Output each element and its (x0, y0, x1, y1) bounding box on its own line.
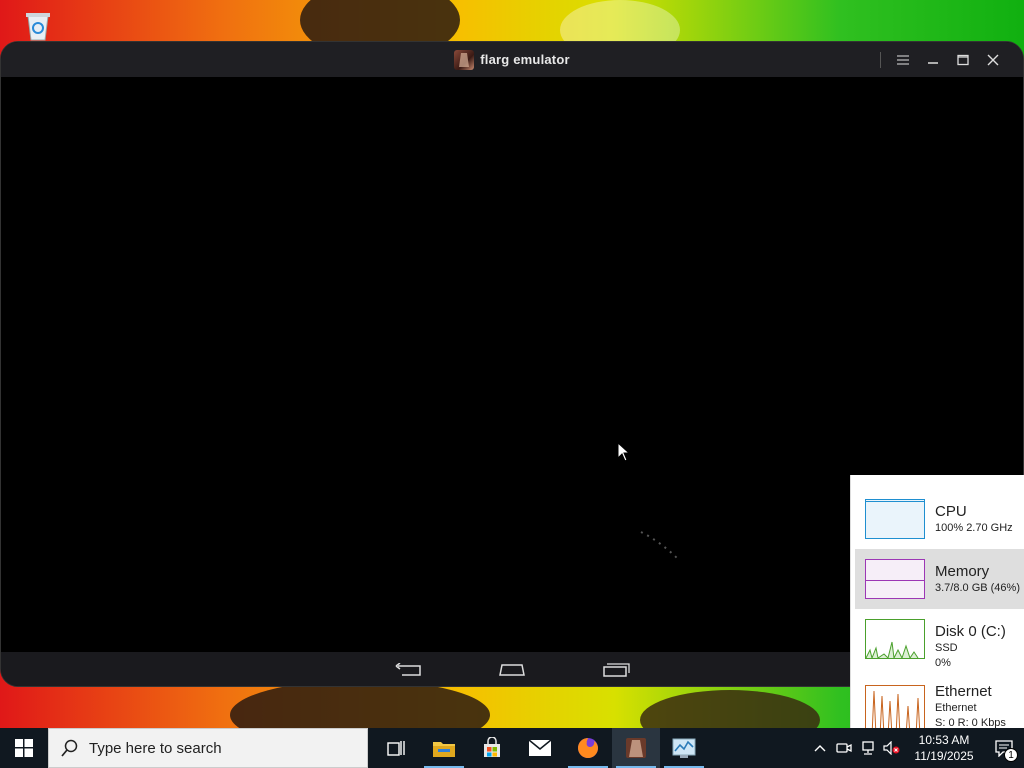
file-explorer-icon[interactable] (420, 728, 468, 768)
recents-icon[interactable] (596, 658, 636, 682)
chevron-up-icon[interactable] (808, 728, 832, 768)
clock-date: 11/19/2025 (914, 749, 974, 763)
perf-item-detail: SSD (935, 642, 958, 654)
clock-time: 10:53 AM (918, 733, 970, 747)
menu-icon[interactable] (891, 48, 915, 72)
titlebar-separator (880, 51, 881, 68)
back-icon[interactable] (388, 658, 428, 682)
perf-item-ethernet[interactable]: Ethernet Ethernet S: 0 R: 0 Kbps (855, 675, 1024, 728)
perf-item-label: Ethernet (935, 683, 992, 700)
perf-item-detail: 100% 2.70 GHz (935, 522, 1013, 534)
perf-item-value: 0% (935, 657, 951, 669)
task-manager-icon[interactable] (660, 728, 708, 768)
recycle-bin-icon[interactable] (16, 6, 60, 44)
ethernet-graph (865, 685, 925, 728)
memory-graph (865, 559, 925, 599)
window-title: flarg emulator (480, 52, 570, 67)
close-icon[interactable] (981, 48, 1005, 72)
volume-muted-icon[interactable] (880, 728, 904, 768)
emulator-titlebar[interactable]: flarg emulator (1, 42, 1023, 77)
taskbar: Type here to search 10:53 AM 11/19/2025 … (0, 728, 1024, 768)
flarg-emulator-icon[interactable] (612, 728, 660, 768)
action-center-button[interactable]: 1 (984, 728, 1024, 768)
notification-count-badge: 1 (1004, 748, 1018, 762)
cpu-graph (865, 499, 925, 539)
perf-item-detail: 3.7/8.0 GB (46%) (935, 582, 1020, 594)
mail-icon[interactable] (516, 728, 564, 768)
system-clock[interactable]: 10:53 AM 11/19/2025 (908, 732, 980, 764)
perf-item-label: Disk 0 (C:) (935, 623, 1006, 640)
windows-logo-icon (15, 739, 33, 757)
search-placeholder: Type here to search (89, 739, 222, 757)
flarg-app-icon (454, 49, 475, 70)
store-icon[interactable] (468, 728, 516, 768)
taskbar-search-box[interactable]: Type here to search (48, 728, 368, 768)
perf-item-disk[interactable]: Disk 0 (C:) SSD 0% (855, 609, 1024, 669)
perf-item-value: S: 0 R: 0 Kbps (935, 717, 1006, 728)
perf-item-label: Memory (935, 563, 990, 580)
perf-item-label: CPU (935, 503, 967, 520)
meet-now-icon[interactable] (832, 728, 856, 768)
task-view-icon[interactable] (372, 728, 420, 768)
screen-artifact (640, 531, 680, 561)
system-tray: 10:53 AM 11/19/2025 1 (808, 728, 1024, 768)
firefox-icon[interactable] (564, 728, 612, 768)
search-icon (61, 739, 78, 757)
mouse-cursor-icon (617, 441, 631, 467)
perf-item-cpu[interactable]: CPU 100% 2.70 GHz (855, 489, 1024, 549)
perf-item-memory[interactable]: Memory 3.7/8.0 GB (46%) (855, 549, 1024, 609)
task-manager-performance-panel: CPU 100% 2.70 GHz Memory 3.7/8.0 GB (46%… (850, 475, 1024, 728)
perf-item-detail: Ethernet (935, 702, 977, 714)
maximize-icon[interactable] (951, 48, 975, 72)
minimize-icon[interactable] (921, 48, 945, 72)
home-icon[interactable] (492, 658, 532, 682)
network-icon[interactable] (856, 728, 880, 768)
start-button[interactable] (0, 728, 48, 768)
disk-graph (865, 619, 925, 659)
